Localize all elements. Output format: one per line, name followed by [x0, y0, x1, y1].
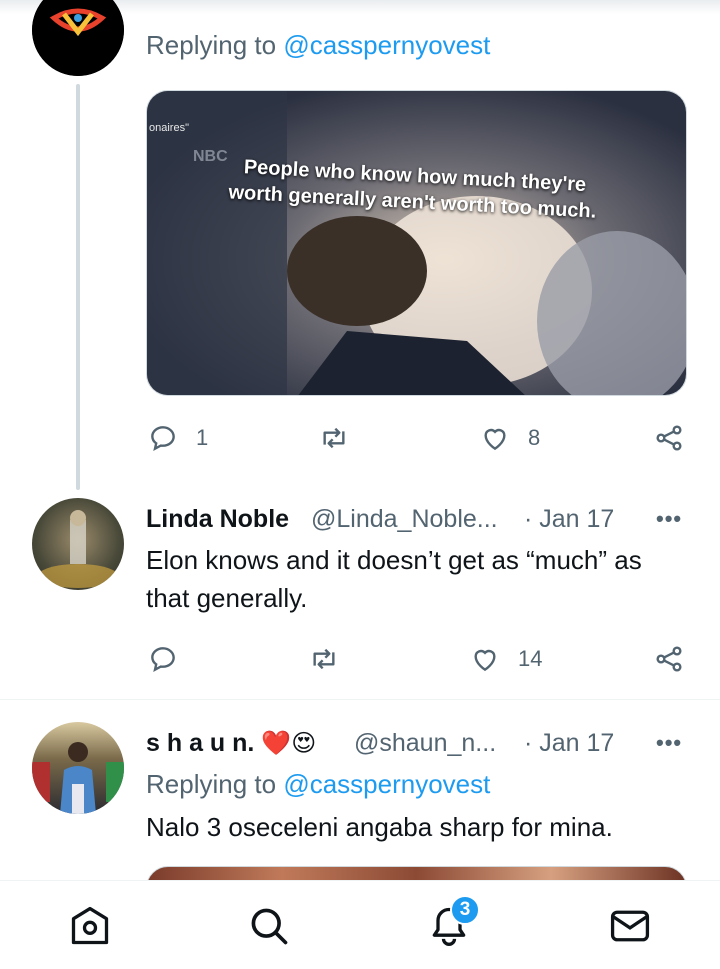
reply-icon	[151, 647, 175, 672]
tweet-text: Nalo 3 oseceleni angaba sharp for mina.	[146, 812, 613, 842]
replying-to: Replying to @casspernyovest	[146, 30, 490, 61]
avatar-photo	[38, 510, 118, 588]
reply-button[interactable]: 1	[146, 422, 208, 454]
video-frame: NBC onaires"	[147, 91, 686, 395]
like-count: 8	[528, 425, 541, 450]
handle[interactable]: @shaun_n...	[354, 729, 496, 758]
replying-label: Replying to	[146, 30, 277, 60]
bg-text: NBC	[193, 148, 228, 165]
nav-search[interactable]	[246, 903, 292, 949]
avatar-photo	[32, 742, 124, 814]
more-options-button[interactable]: •••	[656, 730, 682, 756]
tweet-text-line-1: Elon knows and it doesn’t get as “much” …	[146, 545, 642, 575]
retweet-icon	[323, 427, 345, 449]
like-button[interactable]: 8	[478, 422, 540, 454]
heart-icon	[474, 649, 496, 672]
messages-icon	[610, 910, 650, 942]
avatar[interactable]	[32, 722, 124, 814]
tweet-date[interactable]: · Jan 17	[524, 505, 614, 534]
replying-label: Replying to	[146, 769, 277, 799]
display-name-emojis: ❤️😍	[261, 730, 317, 757]
display-name-text: s h a u n.	[146, 729, 255, 757]
nav-home[interactable]	[67, 903, 113, 949]
bottom-nav-bar	[0, 880, 720, 969]
replying-to: Replying to @casspernyovest	[146, 769, 490, 800]
retweet-button[interactable]	[315, 422, 353, 454]
tweet-media-video[interactable]: NBC onaires" People who know how much th…	[146, 90, 687, 396]
corner-text: onaires"	[149, 122, 189, 134]
retweet-icon	[313, 648, 335, 670]
more-options-button[interactable]: •••	[656, 506, 682, 532]
home-icon	[71, 906, 109, 945]
like-button[interactable]: 14	[468, 643, 542, 675]
replying-handle-link[interactable]: @casspernyovest	[283, 30, 490, 60]
avatar[interactable]	[32, 498, 124, 590]
tweet-date[interactable]: · Jan 17	[524, 729, 614, 758]
reply-count: 1	[196, 425, 209, 450]
replying-handle-link[interactable]: @casspernyovest	[283, 769, 490, 799]
share-button[interactable]	[652, 643, 686, 675]
reply-icon	[151, 426, 175, 451]
tweet-divider	[0, 699, 720, 700]
nav-messages[interactable]	[607, 903, 653, 949]
reply-button[interactable]	[146, 643, 180, 675]
tweet-text-line-2: that generally.	[146, 583, 308, 613]
display-name[interactable]: s h a u n. ❤️😍	[146, 729, 316, 758]
retweet-button[interactable]	[305, 643, 343, 675]
heart-icon	[484, 428, 506, 451]
share-button[interactable]	[652, 422, 686, 454]
share-icon	[656, 425, 682, 451]
share-icon	[656, 646, 682, 672]
notification-count-badge: 3	[450, 895, 480, 925]
tweet-text: Elon knows and it doesn’t get as “much” …	[146, 541, 642, 617]
display-name[interactable]: Linda Noble	[146, 505, 289, 534]
eye-logo-icon	[32, 0, 124, 76]
like-count: 14	[518, 646, 543, 671]
avatar[interactable]	[32, 0, 124, 76]
thread-line	[76, 84, 80, 490]
search-icon	[251, 908, 288, 945]
handle[interactable]: @Linda_Noble...	[311, 505, 498, 534]
